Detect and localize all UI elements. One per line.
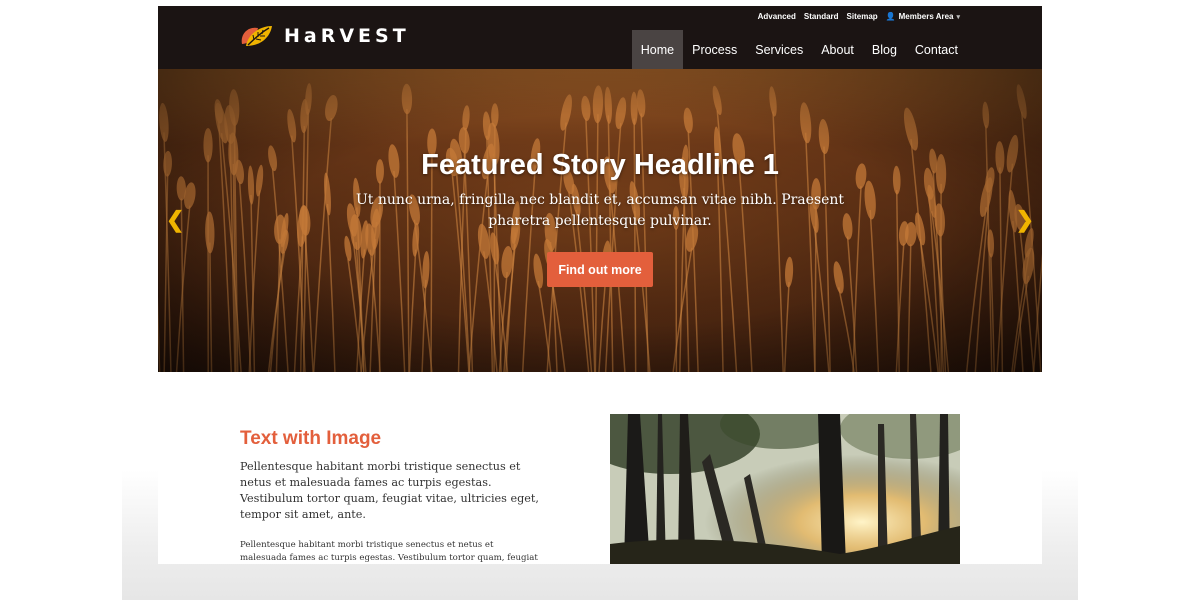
hero-subtitle: Ut nunc urna, fringilla nec blandit et, … [355, 192, 845, 229]
screenshot-stage: HaRVEST Advanced Standard Sitemap 👤 Memb… [0, 0, 1200, 600]
chevron-left-icon[interactable]: ❮ [166, 209, 184, 231]
utility-nav: Advanced Standard Sitemap 👤 Members Area… [758, 12, 960, 21]
main-nav: Home Process Services About Blog Contact [631, 30, 967, 69]
util-link-standard[interactable]: Standard [804, 12, 839, 21]
leaf-logo-icon [241, 26, 272, 46]
nav-about[interactable]: About [812, 30, 863, 69]
section-lead-text: Pellentesque habitant morbi tristique se… [240, 460, 539, 521]
members-area-dropdown[interactable]: 👤 Members Area ▾ [886, 12, 960, 21]
util-link-sitemap[interactable]: Sitemap [847, 12, 878, 21]
nav-blog[interactable]: Blog [863, 30, 906, 69]
website-preview: HaRVEST Advanced Standard Sitemap 👤 Memb… [158, 6, 1042, 564]
util-link-advanced[interactable]: Advanced [758, 12, 796, 21]
section-body-text: Pellentesque habitant morbi tristique se… [240, 540, 538, 563]
user-icon: 👤 [885, 12, 896, 21]
chevron-right-icon[interactable]: ❯ [1016, 209, 1034, 231]
nav-process[interactable]: Process [683, 30, 746, 69]
site-header: HaRVEST Advanced Standard Sitemap 👤 Memb… [158, 6, 1042, 69]
forest-illustration [610, 414, 960, 564]
hero-slider: Featured Story Headline 1 Ut nunc urna, … [158, 69, 1042, 372]
chevron-down-icon: ▾ [956, 13, 960, 21]
brand-name: HaRVEST [284, 25, 410, 47]
hero-headline: Featured Story Headline 1 [421, 149, 779, 181]
section-heading: Text with Image [240, 428, 382, 449]
site-logo[interactable]: HaRVEST [238, 22, 410, 50]
members-area-label: Members Area [898, 12, 954, 21]
nav-services[interactable]: Services [746, 30, 812, 69]
find-out-more-button[interactable]: Find out more [547, 252, 653, 287]
forest-image [610, 414, 960, 564]
nav-contact[interactable]: Contact [906, 30, 967, 69]
nav-home[interactable]: Home [631, 30, 684, 69]
